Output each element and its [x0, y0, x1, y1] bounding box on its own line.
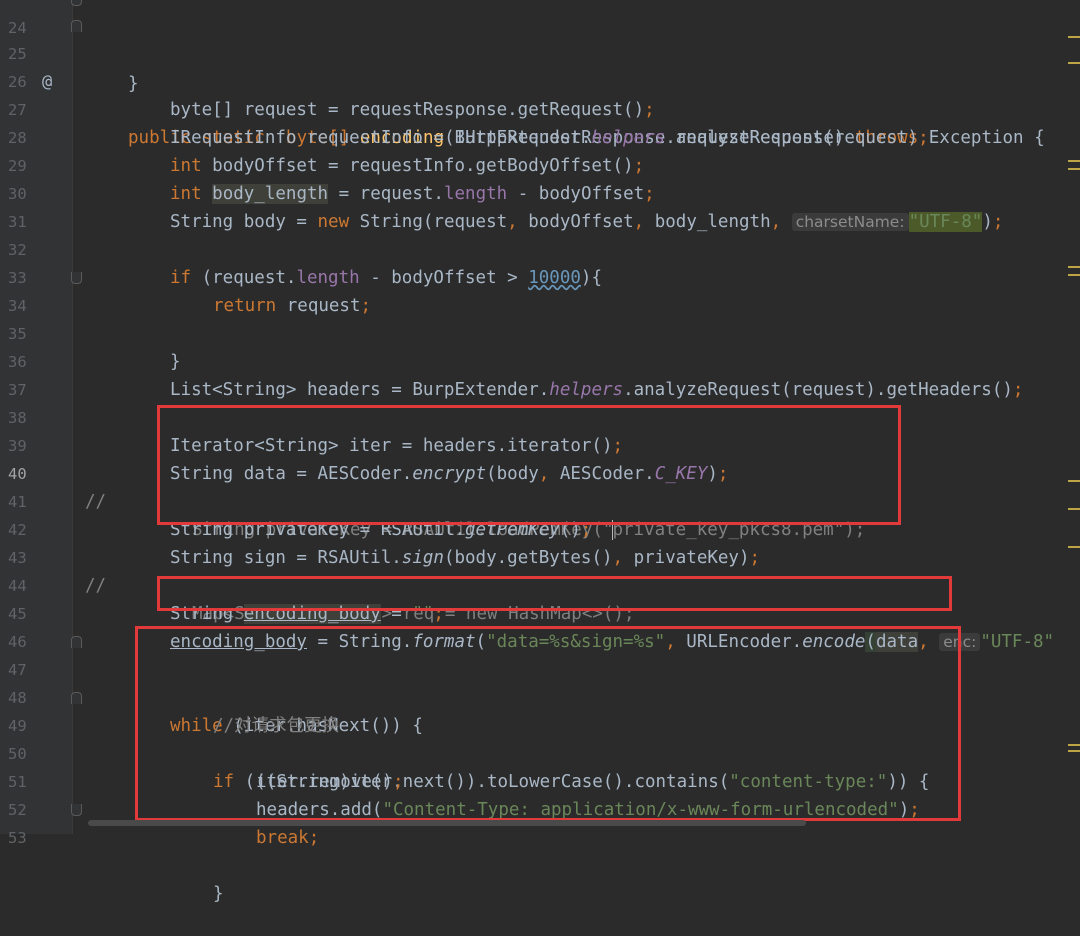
error-stripe-mark[interactable] — [1068, 744, 1080, 746]
fold-end-icon[interactable] — [71, 804, 82, 816]
error-stripe-mark[interactable] — [1068, 274, 1080, 276]
code-line-34: 34 } — [0, 264, 1080, 372]
code-line-32: 32 if (request.length - bodyOffset > 100… — [0, 208, 1080, 288]
code-line-29: 29 int body_length = request.length - bo… — [0, 124, 1080, 204]
code-line-28: 28 int bodyOffset = requestInfo.getBodyO… — [0, 96, 1080, 176]
error-stripe-mark[interactable] — [1068, 168, 1080, 170]
fold-start-icon[interactable] — [71, 20, 82, 32]
code-line-44: 44 String encoding_body = ""; — [0, 544, 1080, 624]
error-stripe-mark[interactable] — [1068, 546, 1080, 548]
fold-start-icon[interactable] — [71, 636, 82, 648]
code-line-27: 27 IRequestInfo requestInfo = BurpExtend… — [0, 68, 1080, 148]
code-text: } — [213, 884, 224, 904]
error-stripe-mark[interactable] — [1068, 160, 1080, 162]
error-stripe-mark[interactable] — [1068, 266, 1080, 268]
code-line-25: 25 @ public static byte[] encoding(IHttp… — [0, 12, 1080, 148]
error-stripe-mark[interactable] — [1068, 36, 1080, 38]
code-line-33: 33 return request; — [0, 236, 1080, 316]
fold-end-icon[interactable] — [71, 272, 82, 284]
code-text: break; — [256, 828, 320, 848]
code-line-26: 26 byte[] request = requestResponse.getR… — [0, 40, 1080, 120]
code-line-35: 35 — [0, 292, 1080, 343]
fold-end-icon[interactable] — [71, 0, 82, 6]
error-stripe-mark[interactable] — [1068, 750, 1080, 752]
code-line-30: 30 String body = new String(request, bod… — [0, 152, 1080, 232]
code-line-36: 36 List<String> headers = BurpExtender.h… — [0, 320, 1080, 400]
highlight-box-encoding — [157, 576, 952, 611]
error-stripe-mark[interactable] — [1068, 508, 1080, 510]
highlight-box-signing — [157, 405, 901, 525]
line-number: 53 — [8, 829, 27, 847]
code-line-38: 38 Iterator<String> iter = headers.itera… — [0, 376, 1080, 456]
code-line-37: 37 — [0, 348, 1080, 399]
error-stripe-mark[interactable] — [1068, 480, 1080, 482]
error-stripe-mark[interactable] — [1068, 62, 1080, 64]
code-line-31: 31 — [0, 180, 1080, 231]
horizontal-scrollbar[interactable] — [88, 820, 806, 826]
fold-start-icon[interactable] — [71, 692, 82, 704]
highlight-box-header-loop — [135, 626, 961, 821]
